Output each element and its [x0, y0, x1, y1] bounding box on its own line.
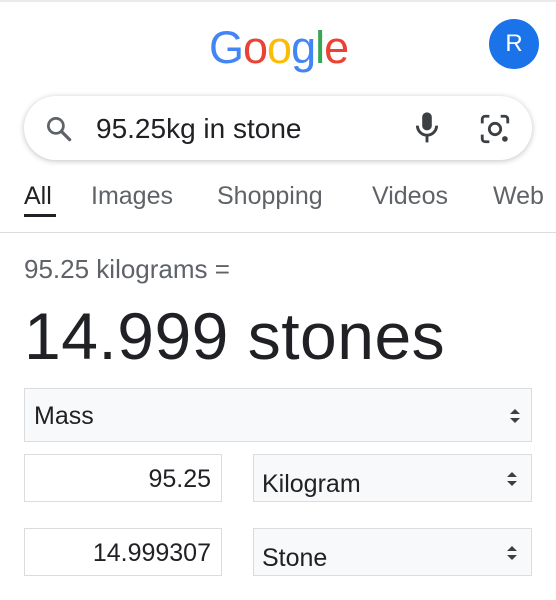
logo-letter-5: l — [315, 22, 325, 73]
logo-letter-4: g — [291, 22, 316, 73]
tabs-divider — [0, 232, 556, 233]
tab-all[interactable]: All — [24, 180, 52, 212]
logo-letter-1: G — [209, 22, 244, 73]
tab-videos[interactable]: Videos — [372, 180, 448, 212]
to-unit-select[interactable]: Stone — [253, 528, 532, 576]
google-logo[interactable]: Google — [209, 22, 349, 74]
tab-shopping[interactable]: Shopping — [217, 180, 323, 212]
select-arrows-icon — [510, 409, 520, 423]
from-unit-value: Kilogram — [262, 470, 361, 498]
active-tab-indicator — [24, 214, 56, 217]
conversion-source-text: 95.25 kilograms = — [24, 254, 230, 284]
logo-letter-6: e — [324, 22, 349, 73]
to-value-input[interactable]: 14.999307 — [24, 528, 222, 576]
avatar-initial: R — [505, 30, 523, 57]
from-value-input[interactable]: 95.25 — [24, 454, 222, 502]
select-arrows-icon — [507, 546, 517, 560]
account-avatar[interactable]: R — [489, 19, 539, 69]
top-divider — [0, 0, 556, 2]
select-arrows-icon — [507, 472, 517, 486]
search-tabs: All Images Shopping Videos Web — [24, 180, 556, 220]
unit-category-select[interactable]: Mass — [24, 388, 532, 442]
search-icon[interactable] — [44, 114, 74, 144]
to-unit-value: Stone — [262, 544, 328, 572]
from-unit-select[interactable]: Kilogram — [253, 454, 532, 502]
conversion-result: 14.999 stones — [24, 299, 446, 373]
to-value: 14.999307 — [92, 539, 211, 567]
search-input[interactable]: 95.25kg in stone — [96, 112, 302, 146]
tab-web[interactable]: Web — [493, 180, 544, 212]
mic-icon[interactable] — [412, 110, 442, 146]
logo-letter-3: o — [267, 22, 292, 73]
logo-letter-2: o — [243, 22, 268, 73]
tab-images[interactable]: Images — [91, 180, 173, 212]
lens-icon[interactable] — [478, 112, 512, 146]
search-bar[interactable]: 95.25kg in stone — [24, 96, 532, 160]
from-value: 95.25 — [148, 465, 211, 493]
unit-category-value: Mass — [34, 402, 94, 430]
